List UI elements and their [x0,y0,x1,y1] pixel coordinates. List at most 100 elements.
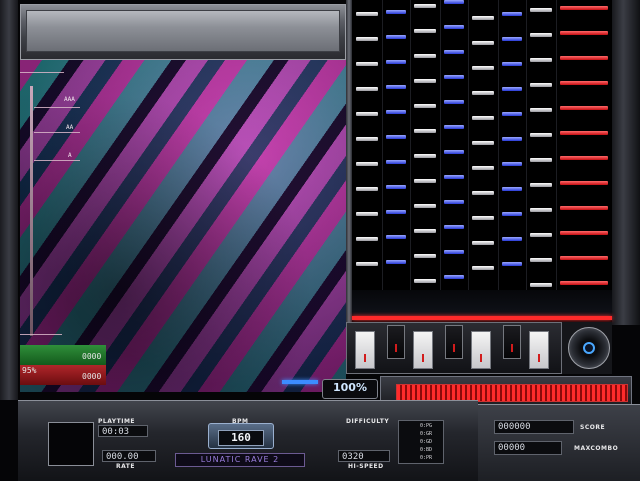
note [414,129,436,133]
note [444,100,464,104]
note [414,154,436,158]
note [472,16,494,20]
key-4[interactable] [445,325,463,359]
note [414,229,436,233]
score-label: SCORE [580,424,606,431]
note-lanes [352,0,612,320]
song-jacket [48,422,94,466]
gauge-marker-aaa [34,107,80,108]
judge-pr: 0:PR [420,455,433,461]
lane-separator [498,0,499,290]
bpm-value: 160 [218,430,264,446]
note [472,216,494,220]
lane-separator [556,0,557,290]
note [502,112,522,116]
note [414,4,436,8]
key-6[interactable] [503,325,521,359]
note [444,50,464,54]
gauge-marker-bottom [20,334,62,335]
hispeed-value: 0320 [338,450,390,462]
note [356,137,378,141]
note [472,191,494,195]
playtime-value: 00:03 [98,425,148,437]
lane-separator [526,0,527,290]
note [444,175,464,179]
turntable-center [583,342,595,354]
note [472,41,494,45]
key-5[interactable] [471,331,491,369]
note [530,33,552,37]
key-3[interactable] [413,331,433,369]
note [414,54,436,58]
note [560,231,608,235]
note [386,35,406,39]
note [414,29,436,33]
note [414,179,436,183]
judge-gd: 0:GD [420,439,433,445]
score-value: 000000 [494,420,574,434]
judge-gr: 0:GR [420,431,433,437]
note [560,56,608,60]
rank-gauge-bar [30,86,33,336]
note [444,0,464,4]
note [356,87,378,91]
note [530,58,552,62]
note [444,250,464,254]
note [530,183,552,187]
note [444,25,464,29]
note [356,187,378,191]
judge-red-percent: 95% [22,366,37,375]
note [386,85,406,89]
note [386,260,406,264]
note [502,137,522,141]
note [472,66,494,70]
note [414,79,436,83]
note [386,135,406,139]
maxcombo-value: 00000 [494,441,562,455]
note [560,256,608,260]
judge-red-value: 0000 [82,372,102,381]
lane-separator [382,0,383,290]
note [356,112,378,116]
left-frame-rail [0,0,18,400]
note [560,206,608,210]
judge-green-value: 0000 [82,352,102,361]
note [472,166,494,170]
key-bed [346,322,562,374]
note [560,131,608,135]
note [444,200,464,204]
note [560,156,608,160]
note [472,241,494,245]
key-2[interactable] [387,325,405,359]
note [530,258,552,262]
gauge-label-a: A [68,152,72,159]
right-frame-rail [612,0,640,325]
note [502,87,522,91]
note [444,275,464,279]
difficulty-label: DIFFICULTY [346,418,390,425]
judge-line [352,316,612,320]
note [356,237,378,241]
note [386,210,406,214]
key-7[interactable] [529,331,549,369]
note [386,235,406,239]
note [560,6,608,10]
note [472,266,494,270]
note [502,162,522,166]
gauge-indicator [282,380,318,384]
note [356,262,378,266]
gauge-marker-top [20,72,64,73]
note [530,158,552,162]
note [560,181,608,185]
key-1[interactable] [355,331,375,369]
note [560,281,608,285]
note [530,283,552,287]
note [530,133,552,137]
note [414,254,436,258]
note [386,110,406,114]
lane-separator [440,0,441,290]
gauge-label-aaa: AAA [64,96,75,103]
note [356,12,378,16]
groove-gauge-percent: 100% [333,381,367,394]
note [356,162,378,166]
